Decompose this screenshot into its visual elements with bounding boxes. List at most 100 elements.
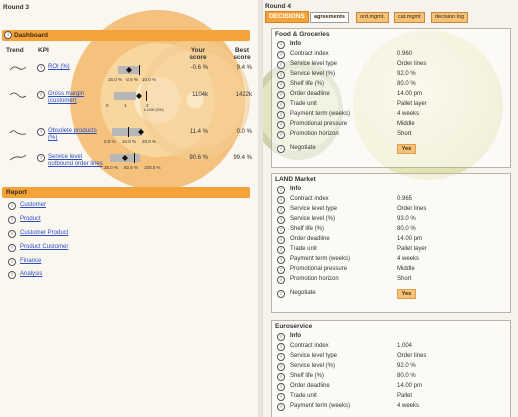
tab-agreements[interactable]: agreements — [310, 12, 349, 23]
info-icon[interactable]: i — [277, 71, 285, 79]
info-icon[interactable]: i — [277, 383, 285, 391]
kpi-link-gross-margin[interactable]: Gross margin (customer) — [48, 91, 84, 105]
info-icon[interactable]: i — [277, 256, 285, 264]
row-trade-unit: i Trade unit Pallet — [275, 391, 507, 401]
row-key: Order deadline — [290, 383, 330, 389]
negotiate-yes-button[interactable]: Yes — [397, 289, 416, 299]
row-value: Order lines — [397, 206, 427, 212]
row-value: Middle — [397, 266, 415, 272]
row-negotiate: i Negotiate Yes — [275, 143, 507, 154]
info-icon[interactable]: i — [277, 101, 285, 109]
info-icon[interactable]: i — [277, 226, 285, 234]
info-icon[interactable]: i — [8, 202, 16, 210]
info-icon[interactable]: i — [277, 41, 285, 49]
row-key: Order deadline — [290, 91, 330, 97]
info-icon[interactable]: i — [277, 91, 285, 99]
report-link-finance[interactable]: Finance — [20, 258, 41, 264]
info-icon[interactable]: i — [277, 145, 285, 153]
info-icon[interactable]: i — [277, 343, 285, 351]
info-icon[interactable]: i — [277, 51, 285, 59]
info-icon[interactable]: i — [4, 31, 12, 39]
row-key: Service level type — [290, 353, 338, 359]
row-payment-term: i Payment term (weeks) 4 weeks — [275, 109, 507, 119]
kpi-link-obsolete-products[interactable]: Obsolete products (%) — [48, 128, 98, 142]
round-title: Round 4 — [265, 3, 291, 10]
info-icon[interactable]: i — [277, 266, 285, 274]
row-shelf-life: i Shelf life (%) 80.0 % — [275, 371, 507, 381]
tab-ord-mgmt[interactable]: ord.mgmt. — [356, 12, 389, 23]
row-value: 4 weeks — [397, 111, 420, 117]
gauge-service-level: 35.0 % 92.5 % 100.0 % — [100, 150, 161, 174]
row-value: Pallet layer — [397, 101, 427, 107]
report-link-analysis[interactable]: Analysis — [20, 271, 42, 277]
row-payment-term: i Payment term (weeks) 4 weeks — [275, 401, 507, 411]
row-negotiate: i Negotiate Yes — [275, 288, 507, 299]
info-icon[interactable]: i — [277, 196, 285, 204]
row-promotional-pressure: i Promotional pressure Middle — [275, 119, 507, 129]
market-panel-land-market: LAND Market i Info i Contract index 0.965 i… — [271, 173, 511, 313]
row-key: Shelf life (%) — [290, 373, 325, 379]
info-icon[interactable]: i — [277, 353, 285, 361]
info-icon[interactable]: i — [277, 246, 285, 254]
info-icon[interactable]: i — [8, 258, 16, 266]
row-key: Service level (%) — [290, 216, 336, 222]
kpi-link-service-level[interactable]: Service level outbound order lines — [48, 154, 108, 168]
negotiate-yes-button[interactable]: Yes — [397, 144, 416, 154]
report-link-product-customer[interactable]: Product Customer — [20, 244, 68, 250]
row-promotion-horizon: i Promotion horizon Short — [275, 274, 507, 284]
row-value: Middle — [397, 121, 415, 127]
info-icon[interactable]: i — [37, 64, 45, 72]
info-icon[interactable]: i — [277, 393, 285, 401]
report-link-customer[interactable]: Customer — [20, 202, 46, 208]
info-icon[interactable]: i — [277, 216, 285, 224]
row-key: Trade unit — [290, 246, 317, 252]
kpi-row-obsolete-products: i Obsolete products (%) 0.0 % 10.0 % 20.… — [0, 124, 258, 148]
your-score: 1104k — [192, 92, 208, 98]
report-link-customer-product[interactable]: Customer Product — [20, 230, 68, 236]
info-icon[interactable]: i — [277, 61, 285, 69]
info-icon[interactable]: i — [277, 206, 285, 214]
your-score: 11.4 % — [189, 129, 208, 135]
info-icon[interactable]: i — [277, 363, 285, 371]
info-icon[interactable]: i — [277, 403, 285, 411]
info-icon[interactable]: i — [8, 230, 16, 238]
gauge-label-min: 0 — [106, 103, 109, 108]
info-icon[interactable]: i — [8, 216, 16, 224]
row-contract-index: i Contract index 0.960 — [275, 49, 507, 59]
info-icon[interactable]: i — [277, 373, 285, 381]
info-icon[interactable]: i — [8, 244, 16, 252]
negotiate-label: Negotiate — [290, 290, 316, 296]
info-icon[interactable]: i — [277, 236, 285, 244]
row-service-level-type: i Service level type Order lines — [275, 351, 507, 361]
info-icon[interactable]: i — [277, 333, 285, 341]
info-icon[interactable]: i — [277, 186, 285, 194]
tab-decision-log[interactable]: decision log — [431, 12, 469, 23]
market-name: LAND Market — [275, 176, 316, 183]
info-icon[interactable]: i — [277, 111, 285, 119]
row-key: Order deadline — [290, 236, 330, 242]
row-order-deadline: i Order deadline 14.00 pm — [275, 381, 507, 391]
info-icon[interactable]: i — [277, 131, 285, 139]
info-icon[interactable]: i — [37, 154, 45, 162]
report-title: Report — [6, 189, 27, 196]
info-icon[interactable]: i — [277, 290, 285, 298]
kpi-link-roi[interactable]: ROI (%) — [48, 64, 70, 71]
info-icon[interactable]: i — [37, 128, 45, 136]
best-score: 0.0 % — [236, 129, 252, 135]
info-icon[interactable]: i — [277, 276, 285, 284]
info-icon[interactable]: i — [37, 91, 45, 99]
info-icon[interactable]: i — [8, 271, 16, 279]
gauge-range-bar — [114, 92, 136, 100]
info-icon[interactable]: i — [277, 121, 285, 129]
gauge-obsolete-products: 0.0 % 10.0 % 20.0 % — [100, 124, 160, 148]
tab-decisions[interactable]: DECISIONS — [265, 11, 309, 23]
info-icon[interactable]: i — [277, 81, 285, 89]
row-value: Order lines — [397, 353, 427, 359]
tab-cat-mgmt[interactable]: cat.mgmt — [394, 12, 425, 23]
row-contract-index: i Contract index 1.004 — [275, 341, 507, 351]
row-key: Service level (%) — [290, 71, 336, 77]
row-trade-unit: i Trade unit Pallet layer — [275, 244, 507, 254]
kpi-row-roi: i ROI (%) 15.0 % -2.5 % 10.0 % -0.6 % 9.… — [0, 62, 258, 86]
report-link-product[interactable]: Product — [20, 216, 41, 222]
row-key: Payment term (weeks) — [290, 256, 351, 262]
